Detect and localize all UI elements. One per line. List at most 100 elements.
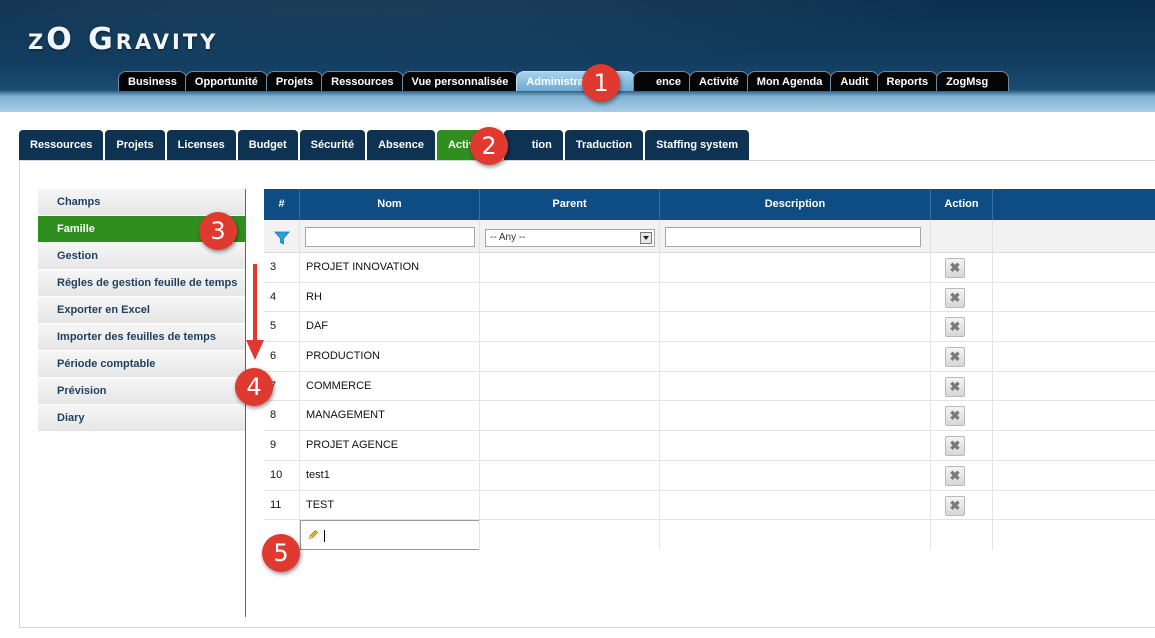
delete-icon[interactable]: ✖ bbox=[945, 258, 965, 278]
row-nom[interactable]: COMMERCE bbox=[300, 371, 480, 401]
top-tab-reports[interactable]: Reports bbox=[876, 71, 939, 91]
row-parent[interactable] bbox=[480, 401, 660, 431]
delete-icon[interactable]: ✖ bbox=[945, 317, 965, 338]
row-nom[interactable]: PRODUCTION bbox=[300, 342, 480, 371]
pencil-icon bbox=[308, 530, 318, 540]
row-filler bbox=[993, 283, 1155, 312]
col-header-filler bbox=[993, 189, 1155, 220]
tab-securite[interactable]: Sécurité bbox=[299, 130, 366, 160]
side-item-importer-feuilles[interactable]: Importer des feuilles de temps bbox=[38, 324, 245, 351]
table-row[interactable]: 5 DAF ✖ bbox=[264, 312, 1155, 343]
grid-header: # Nom Parent Description Action bbox=[264, 189, 1155, 220]
row-id: 4 bbox=[264, 282, 300, 312]
app-logo[interactable]: zO Gravity bbox=[28, 22, 218, 57]
top-tab-zogmsg[interactable]: ZogMsg bbox=[936, 71, 1010, 91]
delete-icon[interactable]: ✖ bbox=[945, 287, 965, 308]
side-item-exporter-excel[interactable]: Exporter en Excel bbox=[38, 297, 245, 324]
row-parent[interactable] bbox=[480, 431, 660, 460]
top-tab-opportunite[interactable]: Opportunité bbox=[184, 71, 268, 91]
sub-nav: Ressources Projets Licenses Budget Sécur… bbox=[19, 130, 751, 160]
row-nom[interactable]: DAF bbox=[300, 312, 480, 342]
row-description[interactable] bbox=[660, 431, 931, 460]
delete-icon[interactable]: ✖ bbox=[945, 465, 965, 486]
table-row[interactable]: 10 test1 ✖ bbox=[264, 460, 1155, 491]
side-item-regles-gestion[interactable]: Régles de gestion feuille de temps bbox=[38, 270, 245, 297]
top-tab-activite[interactable]: Activité bbox=[689, 71, 749, 91]
row-parent[interactable] bbox=[480, 342, 660, 371]
top-tab-vue-personnalisee[interactable]: Vue personnalisée bbox=[401, 71, 519, 91]
row-description[interactable] bbox=[660, 253, 931, 282]
row-parent[interactable] bbox=[480, 371, 660, 401]
callout-4: 4 bbox=[235, 368, 273, 406]
delete-icon[interactable]: ✖ bbox=[945, 347, 965, 368]
side-item-diary[interactable]: Diary bbox=[38, 405, 245, 432]
tab-ressources[interactable]: Ressources bbox=[19, 130, 104, 160]
col-header-parent[interactable]: Parent bbox=[480, 189, 660, 220]
filter-description-input[interactable] bbox=[665, 227, 921, 247]
new-nom-input[interactable] bbox=[300, 520, 479, 551]
col-header-description[interactable]: Description bbox=[660, 189, 931, 220]
row-parent[interactable] bbox=[480, 253, 660, 282]
top-tab-absence[interactable]: ence bbox=[632, 71, 692, 91]
tab-projets[interactable]: Projets bbox=[105, 130, 165, 160]
table-row[interactable]: 8 MANAGEMENT ✖ bbox=[264, 401, 1155, 432]
new-row-filler bbox=[993, 520, 1155, 550]
delete-icon[interactable]: ✖ bbox=[945, 495, 965, 516]
row-id: 8 bbox=[264, 401, 300, 431]
callout-1: 1 bbox=[582, 64, 620, 102]
row-nom[interactable]: MANAGEMENT bbox=[300, 401, 480, 431]
row-nom[interactable]: PROJET INNOVATION bbox=[300, 253, 480, 282]
delete-icon[interactable]: ✖ bbox=[945, 376, 965, 397]
row-parent[interactable] bbox=[480, 312, 660, 342]
tab-staffing-system[interactable]: Staffing system bbox=[645, 130, 750, 160]
tab-licenses[interactable]: Licenses bbox=[166, 130, 236, 160]
tab-budget[interactable]: Budget bbox=[237, 130, 298, 160]
row-nom[interactable]: TEST bbox=[300, 490, 480, 520]
row-description[interactable] bbox=[660, 312, 931, 342]
row-id: 9 bbox=[264, 431, 300, 460]
col-header-num[interactable]: # bbox=[264, 189, 300, 220]
filter-cell-parent: -- Any -- bbox=[480, 220, 660, 252]
row-filler bbox=[993, 253, 1155, 282]
side-item-prevision[interactable]: Prévision bbox=[38, 378, 245, 405]
row-nom[interactable]: test1 bbox=[300, 460, 480, 490]
row-filler bbox=[993, 372, 1155, 401]
filter-parent-value: -- Any -- bbox=[490, 232, 526, 243]
row-filler bbox=[993, 312, 1155, 341]
row-parent[interactable] bbox=[480, 282, 660, 312]
tab-traduction[interactable]: Traduction bbox=[564, 130, 644, 160]
tab-notification[interactable]: tion bbox=[503, 130, 563, 160]
row-description[interactable] bbox=[660, 342, 931, 371]
row-nom[interactable]: RH bbox=[300, 282, 480, 312]
row-parent[interactable] bbox=[480, 490, 660, 520]
row-description[interactable] bbox=[660, 282, 931, 312]
row-parent[interactable] bbox=[480, 460, 660, 490]
table-row[interactable]: 11 TEST ✖ bbox=[264, 490, 1155, 521]
top-tab-projets[interactable]: Projets bbox=[265, 71, 324, 91]
table-row[interactable]: 6 PRODUCTION ✖ bbox=[264, 342, 1155, 372]
table-row[interactable]: 9 PROJET AGENCE ✖ bbox=[264, 431, 1155, 461]
filter-icon[interactable] bbox=[274, 230, 290, 246]
filter-nom-input[interactable] bbox=[305, 227, 475, 247]
col-header-nom[interactable]: Nom bbox=[300, 189, 480, 220]
row-description[interactable] bbox=[660, 371, 931, 401]
filter-parent-select[interactable]: -- Any -- bbox=[485, 229, 655, 247]
side-item-periode-comptable[interactable]: Période comptable bbox=[38, 351, 245, 378]
delete-icon[interactable]: ✖ bbox=[945, 406, 965, 427]
top-tab-business[interactable]: Business bbox=[118, 71, 187, 91]
table-row[interactable]: 3 PROJET INNOVATION ✖ bbox=[264, 253, 1155, 283]
top-tab-mon-agenda[interactable]: Mon Agenda bbox=[746, 71, 833, 91]
table-row[interactable]: 4 RH ✖ bbox=[264, 282, 1155, 313]
tab-absence[interactable]: Absence bbox=[367, 130, 435, 160]
new-row-nom-cell bbox=[300, 520, 480, 551]
row-description[interactable] bbox=[660, 460, 931, 490]
callout-5: 5 bbox=[262, 534, 300, 572]
delete-icon[interactable]: ✖ bbox=[945, 436, 965, 457]
row-description[interactable] bbox=[660, 401, 931, 431]
top-tab-audit[interactable]: Audit bbox=[830, 71, 879, 91]
filter-row: -- Any -- bbox=[264, 220, 1155, 253]
table-row[interactable]: 7 COMMERCE ✖ bbox=[264, 371, 1155, 402]
row-description[interactable] bbox=[660, 490, 931, 520]
row-nom[interactable]: PROJET AGENCE bbox=[300, 431, 480, 460]
top-tab-ressources[interactable]: Ressources bbox=[321, 71, 404, 91]
